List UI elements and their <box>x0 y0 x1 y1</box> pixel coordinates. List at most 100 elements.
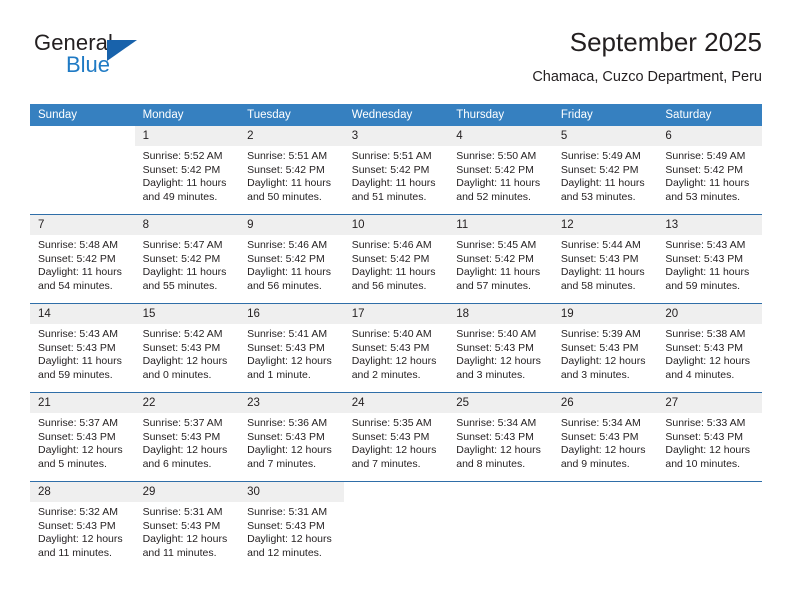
day-details: Sunrise: 5:50 AM Sunset: 5:42 PM Daylight:… <box>448 146 553 204</box>
day-cell-inner: 3 Sunrise: 5:51 AM Sunset: 5:42 PM Daylight… <box>343 126 449 214</box>
calendar-day-cell[interactable]: 8 Sunrise: 5:47 AM Sunset: 5:42 PM Daylight… <box>134 214 240 304</box>
daylight-text-line1: Daylight: 11 hours <box>456 266 541 279</box>
day-number: 13 <box>657 215 762 235</box>
daylight-text-line1: Daylight: 11 hours <box>38 355 122 368</box>
day-details: Sunrise: 5:46 AM Sunset: 5:42 PM Daylight:… <box>344 235 449 293</box>
calendar-day-cell[interactable]: 23 Sunrise: 5:36 AM Sunset: 5:43 PM Dayligh… <box>239 392 344 482</box>
calendar-day-cell[interactable]: 28 Sunrise: 5:32 AM Sunset: 5:43 PM Dayligh… <box>30 481 135 574</box>
day-details: Sunrise: 5:48 AM Sunset: 5:42 PM Daylight:… <box>30 235 135 293</box>
day-number: 27 <box>657 393 762 413</box>
sunset-text: Sunset: 5:42 PM <box>142 252 221 265</box>
daylight-text-line2: and 52 minutes. <box>456 190 531 203</box>
calendar-day-cell[interactable]: 9 Sunrise: 5:46 AM Sunset: 5:42 PM Daylight… <box>239 214 344 304</box>
daylight-text-line2: and 11 minutes. <box>142 546 217 559</box>
calendar-day-cell[interactable]: 15 Sunrise: 5:42 AM Sunset: 5:43 PM Dayligh… <box>134 303 240 393</box>
calendar-day-cell[interactable]: 19 Sunrise: 5:39 AM Sunset: 5:43 PM Dayligh… <box>552 303 658 393</box>
sunset-text: Sunset: 5:43 PM <box>142 519 221 532</box>
day-cell-inner: 10 Sunrise: 5:46 AM Sunset: 5:42 PM Dayligh… <box>343 215 449 303</box>
calendar-day-cell[interactable]: 3 Sunrise: 5:51 AM Sunset: 5:42 PM Daylight… <box>343 126 449 215</box>
daylight-text-line1: Daylight: 11 hours <box>456 177 541 190</box>
calendar-day-cell[interactable]: 26 Sunrise: 5:34 AM Sunset: 5:43 PM Dayligh… <box>552 392 658 482</box>
daylight-text-line2: and 1 minute. <box>247 368 311 381</box>
daylight-text-line2: and 54 minutes. <box>38 279 113 292</box>
day-number: 6 <box>657 126 762 146</box>
day-cell-inner: 18 Sunrise: 5:40 AM Sunset: 5:43 PM Dayligh… <box>448 304 553 392</box>
day-cell-inner: 2 Sunrise: 5:51 AM Sunset: 5:42 PM Daylight… <box>239 126 344 214</box>
calendar-day-cell[interactable]: 7 Sunrise: 5:48 AM Sunset: 5:42 PM Daylight… <box>30 214 135 304</box>
daylight-text-line1: Daylight: 11 hours <box>560 177 645 190</box>
daylight-text-line2: and 2 minutes. <box>351 368 421 381</box>
day-cell-inner: 25 Sunrise: 5:34 AM Sunset: 5:43 PM Dayligh… <box>448 393 553 481</box>
calendar-day-cell[interactable]: 21 Sunrise: 5:37 AM Sunset: 5:43 PM Dayligh… <box>30 392 135 482</box>
sunset-text: Sunset: 5:43 PM <box>142 341 221 354</box>
daylight-text-line1: Daylight: 12 hours <box>247 355 332 368</box>
daylight-text-line1: Daylight: 12 hours <box>456 444 541 457</box>
day-details: Sunrise: 5:46 AM Sunset: 5:42 PM Daylight:… <box>239 235 344 293</box>
day-number: 9 <box>239 215 344 235</box>
day-cell-inner: 20 Sunrise: 5:38 AM Sunset: 5:43 PM Dayligh… <box>657 304 762 392</box>
calendar-day-cell[interactable]: 10 Sunrise: 5:46 AM Sunset: 5:42 PM Dayligh… <box>343 214 449 304</box>
sunset-text: Sunset: 5:43 PM <box>247 519 325 532</box>
brand-logo[interactable]: General Blue <box>34 30 214 86</box>
day-number <box>30 126 135 146</box>
day-details: Sunrise: 5:51 AM Sunset: 5:42 PM Daylight:… <box>344 146 449 204</box>
daylight-text-line1: Daylight: 12 hours <box>456 355 541 368</box>
page-subtitle: Chamaca, Cuzco Department, Peru <box>532 69 762 85</box>
calendar-day-cell[interactable]: 27 Sunrise: 5:33 AM Sunset: 5:43 PM Dayligh… <box>657 392 762 482</box>
sunset-text: Sunset: 5:43 PM <box>665 430 744 443</box>
day-cell-inner <box>344 482 449 574</box>
day-number <box>657 482 762 502</box>
calendar-day-cell[interactable]: 18 Sunrise: 5:40 AM Sunset: 5:43 PM Dayligh… <box>448 303 553 393</box>
calendar-day-cell[interactable]: 22 Sunrise: 5:37 AM Sunset: 5:43 PM Dayligh… <box>134 392 240 482</box>
calendar-day-cell[interactable]: 4 Sunrise: 5:50 AM Sunset: 5:42 PM Daylight… <box>448 126 553 215</box>
calendar-day-cell[interactable]: 17 Sunrise: 5:40 AM Sunset: 5:43 PM Dayligh… <box>343 303 449 393</box>
calendar-day-cell[interactable]: 16 Sunrise: 5:41 AM Sunset: 5:43 PM Dayligh… <box>239 303 344 393</box>
daylight-text-line1: Daylight: 12 hours <box>142 444 228 457</box>
triangle-logo-icon <box>107 40 137 61</box>
sunrise-text: Sunrise: 5:40 AM <box>456 328 537 340</box>
daylight-text-line2: and 56 minutes. <box>247 279 322 292</box>
sunrise-text: Sunrise: 5:51 AM <box>247 150 328 162</box>
calendar-day-cell[interactable]: 1 Sunrise: 5:52 AM Sunset: 5:42 PM Daylight… <box>134 126 240 215</box>
calendar-day-cell[interactable]: 12 Sunrise: 5:44 AM Sunset: 5:43 PM Dayligh… <box>552 214 658 304</box>
calendar-day-cell <box>552 481 658 574</box>
daylight-text-line2: and 51 minutes. <box>351 190 427 203</box>
calendar-day-cell[interactable]: 11 Sunrise: 5:45 AM Sunset: 5:42 PM Dayligh… <box>448 214 553 304</box>
calendar-day-cell[interactable]: 25 Sunrise: 5:34 AM Sunset: 5:43 PM Dayligh… <box>448 392 553 482</box>
sunrise-text: Sunrise: 5:50 AM <box>456 150 537 162</box>
sunrise-text: Sunrise: 5:45 AM <box>456 239 537 251</box>
sunrise-text: Sunrise: 5:46 AM <box>247 239 328 251</box>
day-cell-inner: 6 Sunrise: 5:49 AM Sunset: 5:42 PM Daylight… <box>657 126 762 214</box>
calendar-day-cell[interactable]: 20 Sunrise: 5:38 AM Sunset: 5:43 PM Dayligh… <box>657 303 762 393</box>
calendar-day-cell[interactable]: 2 Sunrise: 5:51 AM Sunset: 5:42 PM Daylight… <box>239 126 344 215</box>
day-details: Sunrise: 5:32 AM Sunset: 5:43 PM Daylight:… <box>30 502 135 560</box>
calendar-table: Sunday Monday Tuesday Wednesday Thursday… <box>30 104 762 574</box>
daylight-text-line2: and 11 minutes. <box>38 546 112 559</box>
daylight-text-line1: Daylight: 12 hours <box>560 444 646 457</box>
calendar-day-cell[interactable]: 5 Sunrise: 5:49 AM Sunset: 5:42 PM Daylight… <box>552 126 658 215</box>
calendar-day-cell[interactable]: 24 Sunrise: 5:35 AM Sunset: 5:43 PM Dayligh… <box>343 392 449 482</box>
calendar-week-row: 1 Sunrise: 5:52 AM Sunset: 5:42 PM Daylight… <box>30 126 762 215</box>
daylight-text-line2: and 12 minutes. <box>247 546 322 559</box>
day-cell-inner: 22 Sunrise: 5:37 AM Sunset: 5:43 PM Dayligh… <box>134 393 240 481</box>
calendar-day-cell[interactable]: 14 Sunrise: 5:43 AM Sunset: 5:43 PM Dayligh… <box>30 303 135 393</box>
day-number: 14 <box>30 304 135 324</box>
day-number: 25 <box>448 393 553 413</box>
daylight-text-line2: and 8 minutes. <box>456 457 526 470</box>
day-cell-inner: 19 Sunrise: 5:39 AM Sunset: 5:43 PM Dayligh… <box>552 304 658 392</box>
day-details: Sunrise: 5:52 AM Sunset: 5:42 PM Daylight:… <box>135 146 240 204</box>
day-cell-inner: 24 Sunrise: 5:35 AM Sunset: 5:43 PM Dayligh… <box>343 393 449 481</box>
sunrise-text: Sunrise: 5:33 AM <box>665 417 746 429</box>
sunset-text: Sunset: 5:42 PM <box>247 252 325 265</box>
calendar-day-cell[interactable]: 6 Sunrise: 5:49 AM Sunset: 5:42 PM Daylight… <box>657 126 762 215</box>
daylight-text-line1: Daylight: 12 hours <box>38 533 123 546</box>
day-number: 4 <box>448 126 553 146</box>
calendar-day-cell[interactable]: 13 Sunrise: 5:43 AM Sunset: 5:43 PM Dayligh… <box>657 214 762 304</box>
daylight-text-line2: and 59 minutes. <box>38 368 113 381</box>
sunrise-text: Sunrise: 5:31 AM <box>247 506 328 518</box>
day-details: Sunrise: 5:39 AM Sunset: 5:43 PM Daylight:… <box>553 324 658 382</box>
sunrise-text: Sunrise: 5:31 AM <box>142 506 223 518</box>
calendar-day-cell[interactable]: 30 Sunrise: 5:31 AM Sunset: 5:43 PM Dayligh… <box>239 481 344 574</box>
sunset-text: Sunset: 5:42 PM <box>351 163 430 176</box>
calendar-day-cell[interactable]: 29 Sunrise: 5:31 AM Sunset: 5:43 PM Dayligh… <box>134 481 240 574</box>
